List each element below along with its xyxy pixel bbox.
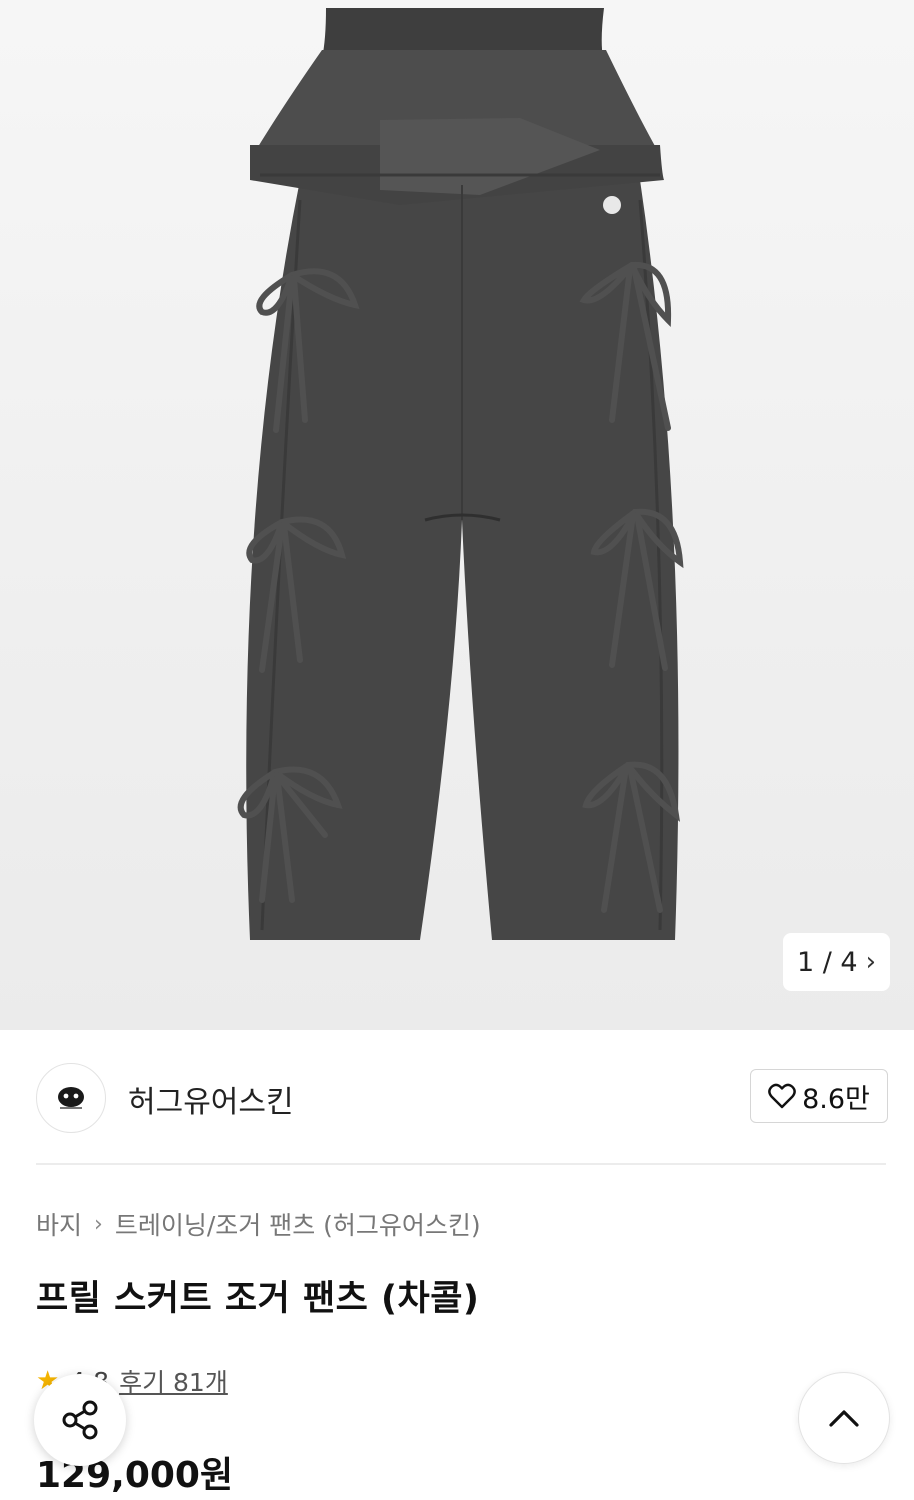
brand-logo-icon[interactable] <box>36 1063 106 1133</box>
chevron-right-icon: › <box>865 947 876 977</box>
image-counter-text: 1 / 4 <box>796 946 858 978</box>
breadcrumb-item-category[interactable]: 바지 <box>36 1206 82 1242</box>
image-counter[interactable]: 1 / 4 › <box>782 933 890 991</box>
brand-row: 허그유어스킨 8.6만 <box>36 1063 888 1135</box>
scroll-top-button[interactable] <box>798 1372 890 1464</box>
share-button[interactable] <box>34 1374 126 1466</box>
share-icon <box>62 1400 98 1440</box>
product-title: 프릴 스커트 조거 팬츠 (차콜) <box>36 1279 480 1319</box>
heart-outline-icon <box>768 1083 796 1109</box>
chevron-up-icon <box>829 1410 859 1427</box>
divider <box>36 1163 886 1165</box>
product-image-gallery[interactable]: 1 / 4 › <box>0 0 914 1030</box>
review-link[interactable]: 후기 81개 <box>119 1363 228 1399</box>
product-photo <box>237 8 684 940</box>
brand-name[interactable]: 허그유어스킨 <box>128 1077 294 1121</box>
chevron-right-icon: › <box>94 1211 103 1237</box>
like-button[interactable]: 8.6만 <box>750 1069 888 1123</box>
breadcrumb: 바지 › 트레이닝/조거 팬츠 (허그유어스킨) <box>36 1206 481 1242</box>
like-count: 8.6만 <box>802 1083 870 1115</box>
breadcrumb-item-subcategory[interactable]: 트레이닝/조거 팬츠 (허그유어스킨) <box>115 1206 481 1242</box>
